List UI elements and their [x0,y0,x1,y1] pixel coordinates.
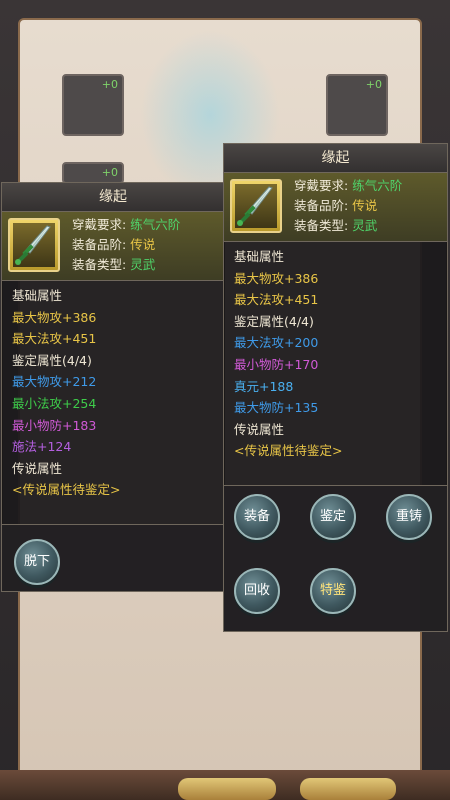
slot-bonus: +0 [101,78,118,91]
stat-line: 最小物防+183 [12,417,97,433]
type-label: 装备类型: [294,218,349,233]
equip-slot[interactable]: +0 [326,74,388,136]
type-label: 装备类型: [72,257,127,272]
stat-line: 最小法攻+254 [12,395,97,411]
compare-item-tooltip: 缘起 穿戴要求: 练气六阶 装备品阶: 传说 装备类型: 灵武 基础属性 最大物… [223,143,448,632]
unequip-button[interactable]: 脱下 [14,539,60,585]
stat-line: 施法+124 [12,439,72,455]
reforge-button[interactable]: 重铸 [386,494,432,540]
slot-bonus: +0 [365,78,382,91]
stat-line: 基础属性 [12,288,63,303]
stat-list: 基础属性 最大物攻+386 最大法攻+451 鉴定属性(4/4) 最大法攻+20… [224,242,447,462]
stat-line: 传说属性 [234,421,285,437]
action-bar: 装备 鉴定 重铸 回收 特鉴 [224,485,447,631]
equipped-item-tooltip: 缘起 穿戴要求: 练气六阶 装备品阶: 传说 装备类型: 灵武 基础属性 最大物… [1,182,225,592]
stat-line: 传说属性 [12,460,63,476]
grade-value: 传说 [130,237,156,252]
item-name: 缘起 [2,183,224,212]
grade-label: 装备品阶: [72,237,127,252]
recycle-button[interactable]: 回收 [234,568,280,614]
stat-line: 最小物防+170 [234,356,319,372]
equip-button[interactable]: 装备 [234,494,280,540]
stat-line: 鉴定属性(4/4) [234,313,314,329]
slot-bonus: +0 [101,166,118,179]
stat-line: <传说属性待鉴定> [234,443,343,459]
sword-icon [230,179,282,233]
bottom-button-2[interactable] [300,778,396,800]
equip-slot[interactable]: +0 [62,162,124,184]
stat-line: 最大法攻+451 [12,331,97,347]
grade-label: 装备品阶: [294,198,349,213]
item-summary: 穿戴要求: 练气六阶 装备品阶: 传说 装备类型: 灵武 [2,212,224,281]
stat-line: <传说属性待鉴定> [12,482,121,498]
stat-line: 最大物攻+386 [234,270,319,286]
type-value: 灵武 [130,257,156,272]
stat-list: 基础属性 最大物攻+386 最大法攻+451 鉴定属性(4/4) 最大物攻+21… [2,281,224,501]
item-summary: 穿戴要求: 练气六阶 装备品阶: 传说 装备类型: 灵武 [224,173,447,242]
stat-line: 最大法攻+451 [234,292,319,308]
stat-line: 鉴定属性(4/4) [12,352,92,368]
stat-line: 最大物攻+212 [12,374,97,390]
wear-requirement-label: 穿戴要求: [294,178,349,193]
stat-line: 最大法攻+200 [234,335,319,351]
stat-line: 最大物攻+386 [12,309,97,325]
item-requirements: 穿戴要求: 练气六阶 装备品阶: 传说 装备类型: 灵武 [72,215,180,275]
item-name: 缘起 [224,144,447,173]
special-appraise-button[interactable]: 特鉴 [310,568,356,614]
stat-line: 真元+188 [234,378,294,394]
stat-line: 基础属性 [234,249,285,264]
equip-slot[interactable]: +0 [62,74,124,136]
action-bar: 脱下 [2,524,224,591]
type-value: 灵武 [352,218,378,233]
sword-icon [8,218,60,272]
item-requirements: 穿戴要求: 练气六阶 装备品阶: 传说 装备类型: 灵武 [294,176,402,236]
stat-line: 最大物防+135 [234,400,319,416]
bottom-button-1[interactable] [178,778,276,800]
wear-requirement-label: 穿戴要求: [72,217,127,232]
wear-requirement-value: 练气六阶 [352,178,403,193]
grade-value: 传说 [352,198,378,213]
appraise-button[interactable]: 鉴定 [310,494,356,540]
wear-requirement-value: 练气六阶 [130,217,181,232]
